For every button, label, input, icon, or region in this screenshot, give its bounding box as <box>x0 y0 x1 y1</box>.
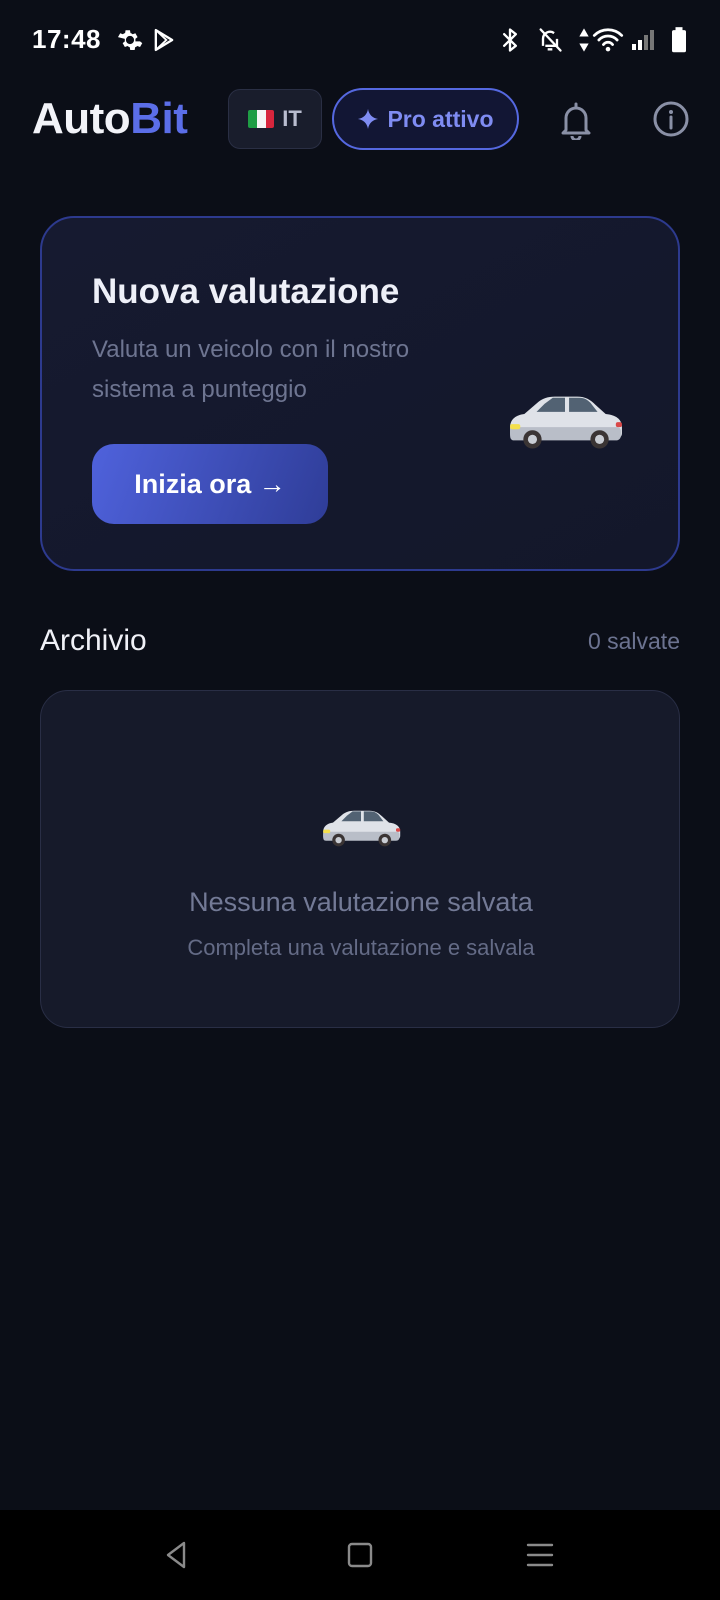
start-button-label: Inizia ora → <box>134 468 286 499</box>
battery-icon <box>668 26 690 54</box>
new-evaluation-title: Nuova valutazione <box>92 272 400 311</box>
status-bar: 17:48 <box>0 0 720 80</box>
data-arrows-icon <box>576 26 592 54</box>
logo-text-bit: Bit <box>130 94 188 143</box>
start-evaluation-button[interactable]: Inizia ora → <box>92 444 328 524</box>
app-header: AutoBit IT Pro attivo <box>0 86 720 152</box>
language-selector-button[interactable]: IT <box>228 89 322 149</box>
wifi-icon <box>592 26 624 54</box>
new-evaluation-description: Valuta un veicolo con il nostro sistema … <box>92 336 410 403</box>
archive-title: Archivio <box>40 624 147 657</box>
car-icon <box>504 380 626 452</box>
app-logo: AutoBit <box>32 94 188 144</box>
system-nav-bar <box>0 1510 720 1600</box>
notifications-off-icon <box>536 26 564 54</box>
recents-icon[interactable] <box>523 1538 557 1572</box>
status-time: 17:48 <box>32 24 101 54</box>
signal-icon <box>630 26 656 54</box>
empty-state-subtitle: Completa una valutazione e salvala <box>187 935 535 960</box>
back-icon[interactable] <box>160 1538 194 1572</box>
archive-empty-state: Nessuna valutazione salvata Completa una… <box>40 690 680 1028</box>
empty-state-title: Nessuna valutazione salvata <box>189 887 533 917</box>
bluetooth-icon <box>496 26 524 54</box>
logo-text-auto: Auto <box>32 94 131 143</box>
info-icon[interactable] <box>652 100 690 138</box>
play-store-icon <box>150 26 178 54</box>
car-icon <box>319 799 403 849</box>
pro-label: Pro attivo <box>387 105 494 132</box>
bell-icon[interactable] <box>558 100 594 142</box>
app-screen: 17:48 AutoBit IT Pro attivo Nuova valuta… <box>0 0 720 1600</box>
home-icon[interactable] <box>343 1538 377 1572</box>
italy-flag-icon <box>248 110 275 128</box>
pro-status-button[interactable]: Pro attivo <box>332 88 519 150</box>
archive-count: 0 salvate <box>587 628 680 654</box>
sparkle-icon <box>357 108 379 130</box>
language-label: IT <box>282 106 302 131</box>
gear-icon <box>116 26 144 54</box>
new-evaluation-card: Nuova valutazione Valuta un veicolo con … <box>40 216 680 571</box>
